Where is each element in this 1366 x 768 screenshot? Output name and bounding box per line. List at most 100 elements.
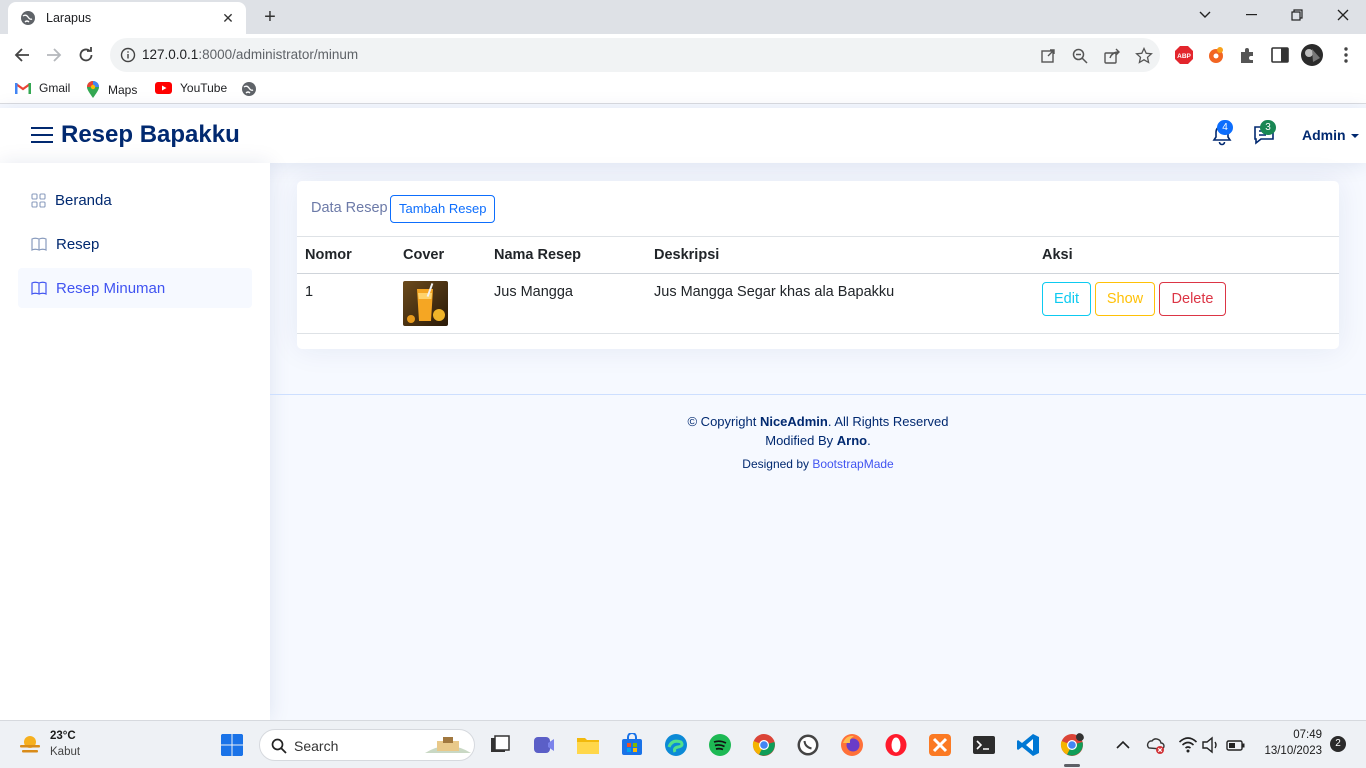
- firefox-icon[interactable]: [840, 733, 864, 757]
- sidebar-item-label: Resep: [56, 235, 100, 253]
- browser-toolbar: 127.0.0.1:8000/administrator/minum ABP: [0, 34, 1366, 76]
- table-header: Nomor Cover Nama Resep Deskripsi Aksi: [297, 236, 1339, 274]
- add-recipe-button[interactable]: Tambah Resep: [390, 195, 496, 223]
- whatsapp-icon[interactable]: [796, 733, 820, 757]
- notifications-button[interactable]: 4: [1209, 108, 1239, 163]
- message-count-badge: 3: [1260, 120, 1276, 135]
- table-row: 1 Jus Mangga Jus Mangga Segar khas ala B…: [297, 274, 1339, 334]
- tray-chevron-up-icon[interactable]: [1114, 736, 1132, 754]
- bookmark-youtube[interactable]: YouTube: [155, 81, 227, 95]
- extension-orange-icon[interactable]: [1206, 45, 1226, 65]
- address-bar[interactable]: 127.0.0.1:8000/administrator/minum: [110, 38, 1160, 72]
- chrome-icon[interactable]: [752, 733, 776, 757]
- battery-icon[interactable]: [1226, 735, 1246, 755]
- profile-avatar[interactable]: [1300, 43, 1324, 67]
- notification-center-badge[interactable]: 2: [1330, 736, 1346, 752]
- maps-pin-icon: [87, 81, 99, 98]
- page-footer: © Copyright NiceAdmin. All Rights Reserv…: [270, 394, 1366, 720]
- close-window-icon[interactable]: [1320, 0, 1366, 30]
- gmail-icon: [15, 83, 31, 94]
- cell-nama-resep: Jus Mangga: [494, 284, 573, 300]
- reload-icon[interactable]: [73, 42, 99, 68]
- column-header-deskripsi: Deskripsi: [654, 247, 720, 263]
- tab-title: Larapus: [46, 11, 92, 25]
- new-tab-button[interactable]: +: [258, 6, 282, 28]
- forward-arrow-icon[interactable]: [41, 42, 67, 68]
- notification-count-badge: 4: [1217, 120, 1233, 135]
- sidebar-item-label: Beranda: [55, 191, 112, 209]
- browser-tab[interactable]: Larapus ✕: [8, 2, 246, 34]
- extensions-puzzle-icon[interactable]: [1238, 45, 1258, 65]
- app-header: Resep Bapakku 4 3 Admin: [0, 108, 1366, 163]
- delete-button[interactable]: Delete: [1159, 282, 1226, 316]
- bookmark-gmail[interactable]: Gmail: [15, 81, 70, 95]
- designed-by-text: Designed by BootstrapMade: [742, 457, 894, 471]
- wifi-icon[interactable]: [1178, 735, 1198, 755]
- menu-dots-icon[interactable]: [1336, 45, 1356, 65]
- book-icon: [31, 281, 47, 295]
- file-explorer-icon[interactable]: [576, 733, 600, 757]
- clock[interactable]: 07:49 13/10/2023: [1258, 729, 1326, 763]
- bookmark-maps[interactable]: Maps: [86, 81, 137, 99]
- tab-search-icon[interactable]: [1182, 0, 1228, 30]
- url-text: 127.0.0.1:8000/administrator/minum: [142, 47, 359, 62]
- taskbar-search[interactable]: Search: [259, 729, 475, 761]
- edit-button[interactable]: Edit: [1042, 282, 1091, 316]
- book-icon: [31, 237, 47, 251]
- modified-by-text: Modified By Arno.: [765, 433, 871, 448]
- adblock-extension-icon[interactable]: ABP: [1174, 45, 1194, 65]
- opera-icon[interactable]: [884, 733, 908, 757]
- zoom-icon[interactable]: [1071, 47, 1089, 65]
- sidebar: Beranda Resep Resep Minuman: [0, 163, 270, 720]
- back-arrow-icon[interactable]: [9, 42, 35, 68]
- sidebar-item-beranda[interactable]: Beranda: [18, 180, 252, 220]
- sidebar-item-resep[interactable]: Resep: [18, 224, 252, 264]
- close-tab-icon[interactable]: ✕: [220, 10, 236, 27]
- user-dropdown[interactable]: Admin: [1302, 127, 1360, 143]
- xampp-icon[interactable]: [928, 733, 952, 757]
- share-icon[interactable]: [1103, 47, 1121, 65]
- recipe-card: Data Resep Tambah Resep Nomor Cover Nama…: [297, 181, 1339, 349]
- task-view-icon[interactable]: [488, 733, 512, 757]
- side-panel-icon[interactable]: [1270, 45, 1290, 65]
- chrome-profile-icon[interactable]: [1060, 733, 1084, 757]
- clock-time: 07:49: [1293, 729, 1322, 741]
- youtube-icon: [155, 82, 172, 94]
- recipe-cover-image: [403, 281, 448, 326]
- column-header-nomor: Nomor: [305, 247, 352, 263]
- cell-nomor: 1: [305, 284, 314, 300]
- tab-data-resep[interactable]: Data Resep: [311, 200, 388, 216]
- search-highlight-icon: [425, 737, 471, 753]
- copyright-text: © Copyright NiceAdmin. All Rights Reserv…: [687, 414, 949, 429]
- column-header-cover: Cover: [403, 247, 445, 263]
- messages-button[interactable]: 3: [1251, 108, 1281, 163]
- onedrive-offline-icon[interactable]: [1146, 735, 1166, 755]
- volume-icon[interactable]: [1201, 735, 1221, 755]
- edge-icon[interactable]: [664, 733, 688, 757]
- clock-date: 13/10/2023: [1264, 745, 1322, 757]
- sidebar-item-resep-minuman[interactable]: Resep Minuman: [18, 268, 252, 308]
- browser-tabstrip: Larapus ✕ +: [0, 0, 1366, 34]
- teams-chat-icon[interactable]: [532, 733, 556, 757]
- open-in-app-icon[interactable]: [1039, 47, 1057, 65]
- site-info-icon[interactable]: [120, 47, 136, 63]
- windows-start-icon[interactable]: [220, 733, 244, 757]
- show-button[interactable]: Show: [1095, 282, 1155, 316]
- bookmark-star-icon[interactable]: [1135, 47, 1153, 65]
- hamburger-menu-icon[interactable]: [31, 125, 53, 145]
- microsoft-store-icon[interactable]: [620, 733, 644, 757]
- weather-temp: 23°C: [50, 730, 76, 742]
- minimize-icon[interactable]: [1228, 0, 1274, 30]
- restore-icon[interactable]: [1274, 0, 1320, 30]
- terminal-icon[interactable]: [972, 733, 996, 757]
- caret-down-icon: [1351, 134, 1360, 139]
- weather-fog-icon: [20, 736, 40, 753]
- vscode-icon[interactable]: [1016, 733, 1040, 757]
- brand-title[interactable]: Resep Bapakku: [61, 121, 240, 149]
- globe-icon: [21, 11, 35, 25]
- bookmark-globe[interactable]: [241, 81, 265, 97]
- weather-widget[interactable]: 23°C Kabut: [18, 727, 108, 763]
- spotify-icon[interactable]: [708, 733, 732, 757]
- globe-icon: [242, 82, 256, 96]
- bootstrapmade-link[interactable]: BootstrapMade: [812, 457, 893, 471]
